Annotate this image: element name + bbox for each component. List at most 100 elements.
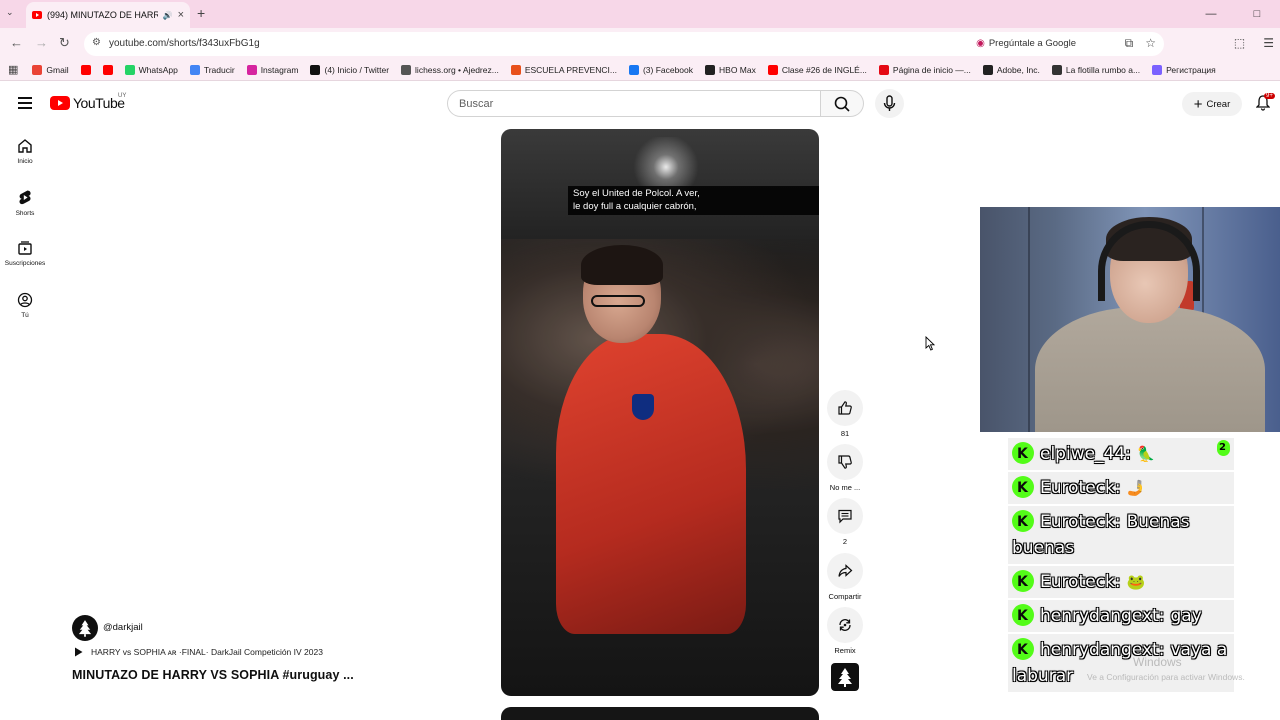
create-button[interactable]: + Crear (1182, 92, 1242, 116)
bookmark-item[interactable]: Clase #26 de INGLÉ... (767, 64, 867, 75)
search-button[interactable] (821, 90, 864, 117)
remix-action[interactable]: Remix (826, 607, 864, 655)
bookmark-item[interactable]: (3) Facebook (628, 64, 693, 75)
ask-google-button[interactable]: ◉ Pregúntale a Google (976, 38, 1076, 49)
profile-menu-icon[interactable]: ☰ (1263, 36, 1274, 50)
minimize-button[interactable]: — (1188, 0, 1234, 28)
google-lens-icon: ◉ (976, 38, 985, 49)
tree-logo-icon (78, 620, 92, 637)
bookmark-item[interactable]: (4) Inicio / Twitter (310, 64, 389, 75)
chat-message: Euroteck: 🐸 (1008, 566, 1234, 598)
bookmark-item[interactable]: Регистрация (1152, 64, 1216, 75)
performer-jacket (556, 334, 746, 634)
bookmark-favicon-icon (102, 64, 113, 75)
windows-activation-title: Windows (1133, 655, 1182, 669)
short-video-player[interactable]: Soy el United de Polcol. A ver, le doy f… (501, 129, 819, 696)
sound-channel-thumbnail[interactable] (831, 663, 859, 691)
browser-tab-active[interactable]: (994) MINUTAZO DE HARR 🔊 × (26, 2, 190, 28)
site-info-icon[interactable]: ⚙ (92, 37, 101, 48)
install-app-icon[interactable]: ⧉ (1125, 36, 1134, 51)
stream-chat-overlay: elpiwe_44: 🦜 2 Euroteck: 🤳 Euroteck:Buenas bu… (1008, 438, 1234, 694)
kick-badge-icon (1012, 569, 1034, 595)
notifications-badge: 9+ (1264, 93, 1275, 99)
channel-avatar[interactable] (72, 615, 98, 641)
dislike-button[interactable] (827, 444, 863, 480)
bookmark-label: Регистрация (1166, 64, 1216, 75)
maximize-button[interactable]: □ (1234, 0, 1280, 28)
chat-username: Euroteck: (1040, 572, 1121, 592)
playlist-link[interactable]: HARRY vs SOPHIA ᴀʀ ·FINAL· DarkJail Comp… (74, 647, 323, 657)
share-action[interactable]: Compartir (826, 553, 864, 601)
browser-tab-strip: ⌄ (994) MINUTAZO DE HARR 🔊 × + — □ (0, 0, 1280, 28)
like-button[interactable] (827, 390, 863, 426)
chat-emote: 🤳 (1126, 479, 1146, 497)
tab-title: (994) MINUTAZO DE HARR (47, 10, 158, 20)
speaker-icon[interactable]: 🔊 (163, 11, 173, 20)
like-action[interactable]: 81 (826, 390, 864, 438)
bookmark-label: Traducir (203, 64, 235, 75)
bookmark-item[interactable]: Adobe, Inc. (982, 64, 1040, 75)
bookmark-label: Instagram (260, 64, 299, 75)
guide-label-home: Inicio (17, 158, 33, 165)
bookmark-star-icon[interactable]: ☆ (1145, 36, 1156, 51)
search-input[interactable] (448, 91, 820, 116)
menu-icon[interactable] (18, 97, 32, 112)
tab-search-chevron-icon[interactable]: ⌄ (6, 7, 14, 18)
url-text[interactable]: youtube.com/shorts/f343uxFbG1g (109, 38, 260, 49)
reload-button[interactable]: ↻ (59, 35, 70, 51)
browser-toolbar: ← → ↻ ⚙ youtube.com/shorts/f343uxFbG1g ◉… (0, 28, 1280, 59)
guide-item-shorts[interactable]: Shorts (0, 189, 50, 217)
new-tab-button[interactable]: + (197, 5, 205, 21)
channel-handle[interactable]: @darkjail (103, 622, 143, 633)
bookmark-label: Página de inicio —... (892, 64, 971, 75)
comments-button[interactable] (827, 498, 863, 534)
back-button[interactable]: ← (10, 35, 23, 50)
guide-item-subscriptions[interactable]: Suscripciones (0, 240, 50, 267)
guide-item-you[interactable]: Tú (0, 292, 50, 319)
short-title[interactable]: MINUTAZO DE HARRY VS SOPHIA #uruguay ... (72, 668, 354, 682)
tree-logo-icon (838, 668, 852, 687)
bookmark-favicon-icon (246, 64, 257, 75)
remix-button[interactable] (827, 607, 863, 643)
forward-button[interactable]: → (35, 35, 48, 50)
bookmark-item[interactable] (80, 64, 91, 75)
playlist-title: HARRY vs SOPHIA ᴀʀ ·FINAL· DarkJail Comp… (91, 647, 323, 657)
apps-grid-icon[interactable]: ▦ (8, 63, 18, 76)
extensions-icon[interactable]: ⬚ (1234, 36, 1245, 50)
logo-text: YouTube (73, 95, 125, 111)
bookmark-item[interactable]: WhatsApp (124, 64, 178, 75)
bookmark-item[interactable]: Página de inicio —... (878, 64, 971, 75)
bookmark-item[interactable]: Gmail (32, 64, 69, 75)
bookmark-item[interactable]: HBO Max (705, 64, 756, 75)
subscriptions-icon (18, 241, 32, 255)
thumbs-down-icon (838, 455, 852, 469)
bookmark-item[interactable]: ESCUELA PREVENCI... (510, 64, 617, 75)
address-bar[interactable]: ⚙ youtube.com/shorts/f343uxFbG1g ◉ Pregú… (84, 32, 1164, 56)
bookmark-favicon-icon (705, 64, 716, 75)
bookmark-label: Adobe, Inc. (996, 64, 1040, 75)
bookmark-item[interactable]: lichess.org • Ajedrez... (401, 64, 499, 75)
bookmark-item[interactable]: La flotilla rumbo a... (1051, 64, 1140, 75)
youtube-favicon-icon (32, 11, 42, 19)
voice-search-button[interactable] (875, 89, 904, 118)
bookmark-item[interactable]: Instagram (246, 64, 299, 75)
video-caption: Soy el United de Polcol. A ver, le doy f… (568, 186, 819, 215)
chat-username: Euroteck: (1040, 512, 1121, 532)
dislike-action[interactable]: No me ... (826, 444, 864, 492)
bookmark-label: lichess.org • Ajedrez... (415, 64, 499, 75)
youtube-logo[interactable]: YouTube (50, 95, 125, 111)
close-tab-icon[interactable]: × (178, 9, 184, 21)
chat-text: gay (1170, 606, 1202, 626)
search-field[interactable] (447, 90, 821, 117)
guide-item-home[interactable]: Inicio (0, 138, 50, 165)
bookmark-item[interactable]: Traducir (189, 64, 235, 75)
bookmark-label: Gmail (46, 64, 69, 75)
share-label: Compartir (828, 592, 862, 601)
bookmark-favicon-icon (982, 64, 993, 75)
bookmark-item[interactable] (102, 64, 113, 75)
streamer-sweater (1035, 307, 1265, 432)
jacket-crest (632, 394, 654, 420)
next-short-preview[interactable] (501, 707, 819, 720)
share-button[interactable] (827, 553, 863, 589)
comments-action[interactable]: 2 (826, 498, 864, 546)
